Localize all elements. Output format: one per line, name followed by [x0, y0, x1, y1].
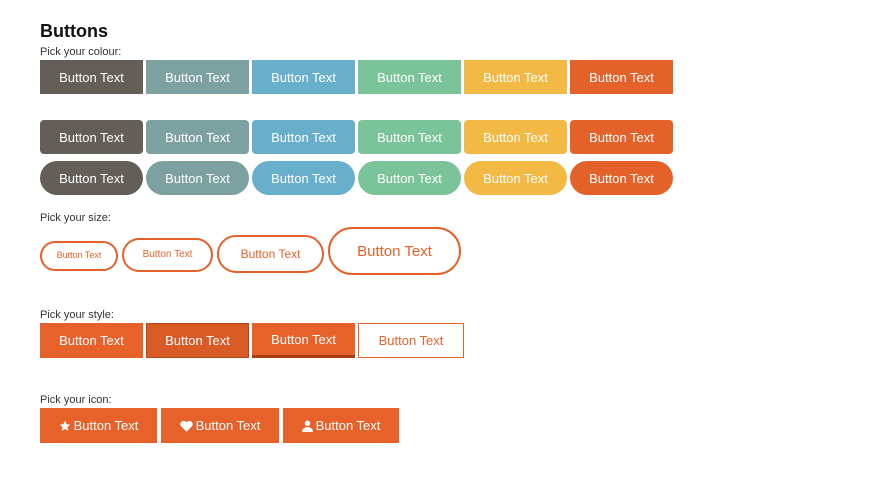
icon-row: Button Text Button Text Button Text: [40, 408, 403, 443]
icon-button-user[interactable]: Button Text: [283, 408, 399, 443]
buttons-page: Buttons Pick your colour: Button Text Bu…: [0, 0, 880, 479]
size-label: Pick your size:: [40, 212, 111, 224]
heart-icon: [179, 420, 193, 432]
colour-label: Pick your colour:: [40, 46, 122, 58]
colour-button-dark-gray[interactable]: Button Text: [40, 60, 143, 94]
colour-button-green[interactable]: Button Text: [358, 60, 461, 94]
colour-button-green-pill[interactable]: Button Text: [358, 161, 461, 195]
colour-row-rounded: Button Text Button Text Button Text Butt…: [40, 120, 676, 154]
style-label: Pick your style:: [40, 309, 114, 321]
style-button-bordered[interactable]: Button Text: [146, 323, 249, 358]
icon-button-heart-label: Button Text: [195, 418, 261, 433]
colour-button-yellow[interactable]: Button Text: [464, 60, 567, 94]
icon-button-heart[interactable]: Button Text: [161, 408, 279, 443]
colour-button-green-rounded[interactable]: Button Text: [358, 120, 461, 154]
colour-button-dark-gray-rounded[interactable]: Button Text: [40, 120, 143, 154]
size-button-large[interactable]: Button Text: [217, 234, 324, 273]
colour-button-blue-rounded[interactable]: Button Text: [252, 120, 355, 154]
user-icon: [301, 420, 313, 432]
colour-button-yellow-pill[interactable]: Button Text: [464, 161, 567, 195]
icon-button-star[interactable]: Button Text: [40, 408, 157, 443]
style-button-3d[interactable]: Button Text: [252, 323, 355, 358]
colour-button-orange-pill[interactable]: Button Text: [570, 161, 673, 195]
colour-button-dark-gray-pill[interactable]: Button Text: [40, 161, 143, 195]
colour-button-gray-teal-rounded[interactable]: Button Text: [146, 120, 249, 154]
colour-button-orange-rounded[interactable]: Button Text: [570, 120, 673, 154]
colour-button-blue-pill[interactable]: Button Text: [252, 161, 355, 195]
page-title: Buttons: [40, 21, 108, 41]
colour-button-blue[interactable]: Button Text: [252, 60, 355, 94]
style-row: Button Text Button Text Button Text Butt…: [40, 323, 467, 358]
colour-button-gray-teal[interactable]: Button Text: [146, 60, 249, 94]
style-button-outline[interactable]: Button Text: [358, 323, 464, 358]
icon-button-user-label: Button Text: [315, 418, 381, 433]
icon-button-star-label: Button Text: [73, 418, 139, 433]
size-button-xlarge[interactable]: Button Text: [328, 227, 461, 275]
colour-button-gray-teal-pill[interactable]: Button Text: [146, 161, 249, 195]
colour-row-square: Button Text Button Text Button Text Butt…: [40, 60, 676, 94]
style-button-flat[interactable]: Button Text: [40, 323, 143, 358]
colour-row-pill: Button Text Button Text Button Text Butt…: [40, 161, 676, 195]
size-button-medium[interactable]: Button Text: [122, 237, 213, 272]
colour-button-orange[interactable]: Button Text: [570, 60, 673, 94]
size-button-small[interactable]: Button Text: [40, 240, 118, 271]
star-icon: [59, 420, 71, 432]
size-row: Button Text Button Text Button Text Butt…: [40, 227, 461, 275]
colour-button-yellow-rounded[interactable]: Button Text: [464, 120, 567, 154]
icon-label: Pick your icon:: [40, 394, 112, 406]
